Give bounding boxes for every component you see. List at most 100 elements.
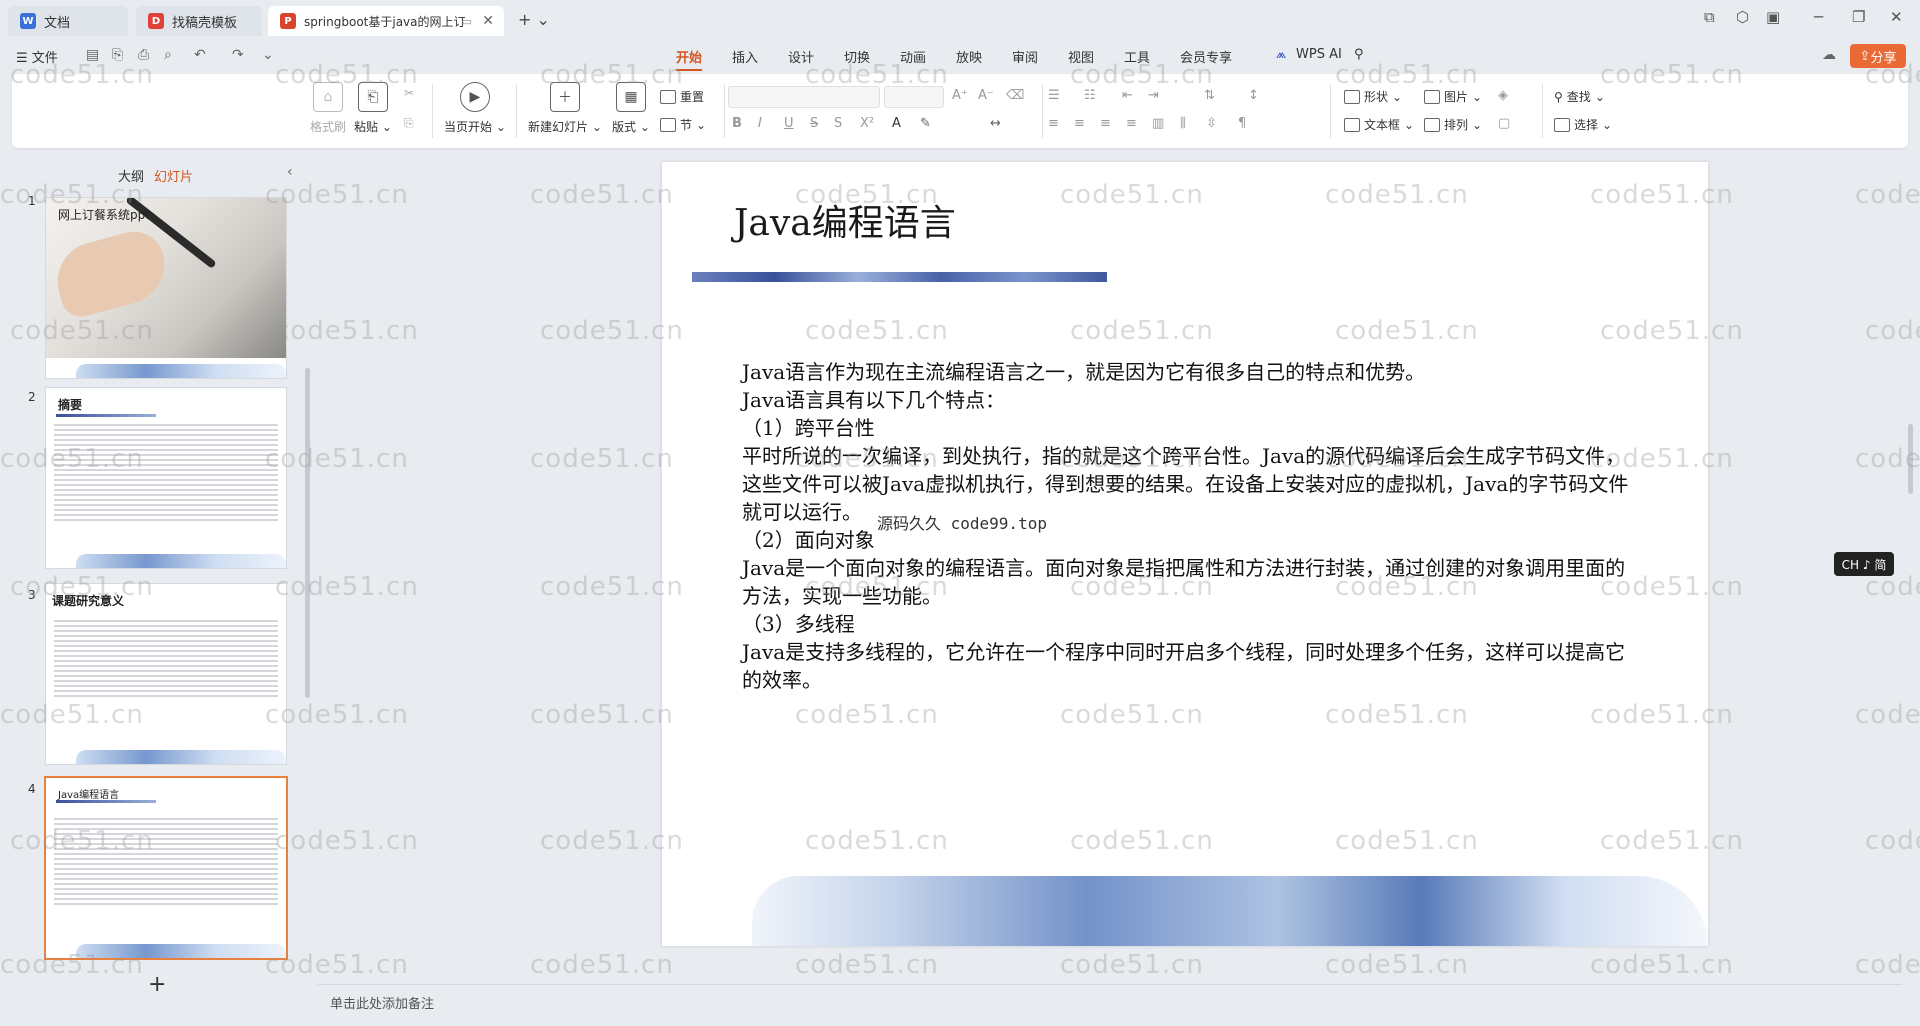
reset-button[interactable]: 重置 xyxy=(660,88,704,105)
ribbon-tab-review[interactable]: 审阅 xyxy=(1012,47,1038,66)
separator xyxy=(432,84,433,138)
ribbon-tab-tools[interactable]: 工具 xyxy=(1124,47,1150,66)
ribbon-tab-member[interactable]: 会员专享 xyxy=(1180,47,1232,66)
notes-pane[interactable]: 单击此处添加备注 xyxy=(318,984,1902,1015)
cut-icon[interactable]: ✂ xyxy=(404,86,414,100)
columns-icon[interactable]: ⫼ xyxy=(1180,116,1186,131)
character-spacing-icon[interactable]: ↔ xyxy=(990,116,1001,131)
monitor-icon[interactable]: ▭ xyxy=(462,15,472,28)
slide-thumbnail-3[interactable]: 课题研究意义 xyxy=(46,584,286,764)
bullet-list-icon[interactable]: ☰ xyxy=(1048,88,1060,103)
minimize-icon[interactable]: ─ xyxy=(1814,8,1823,26)
align-center-icon[interactable]: ≡ xyxy=(1074,116,1085,131)
thumbnail-scrollbar[interactable] xyxy=(305,368,310,698)
outline-icon[interactable]: ▢ xyxy=(1498,116,1510,131)
justify-icon[interactable]: ≡ xyxy=(1126,116,1137,131)
search-icon[interactable]: ⚲ xyxy=(1354,47,1364,62)
undo-icon[interactable]: ↶ xyxy=(194,47,206,63)
cloud-upload-icon[interactable]: ☁ xyxy=(1822,47,1836,63)
new-slide-label: 新建幻灯片 ⌄ xyxy=(528,120,602,134)
slide-title[interactable]: Java编程语言 xyxy=(734,194,956,246)
body-line: Java语言具有以下几个特点： xyxy=(742,388,1006,412)
ribbon-tab-design[interactable]: 设计 xyxy=(788,47,814,66)
format-painter-button[interactable]: ⌂ 格式刷 xyxy=(310,82,346,135)
increase-indent-icon[interactable]: ⇥ xyxy=(1148,88,1159,103)
tab-documents[interactable]: W 文档 xyxy=(8,6,128,36)
print-preview-icon[interactable]: ⌕ xyxy=(164,47,172,63)
window-layout-icon[interactable]: ⧉ xyxy=(1704,8,1715,26)
ribbon-tab-transitions[interactable]: 切换 xyxy=(844,47,870,66)
slides-tab[interactable]: 幻灯片 xyxy=(154,166,193,185)
tab-templates[interactable]: D 找稿壳模板 xyxy=(136,6,262,36)
current-slide[interactable]: Java编程语言 Java语言作为现在主流编程语言之一，就是因为它有很多自己的特… xyxy=(662,162,1708,946)
redo-icon[interactable]: ↷ xyxy=(232,47,244,63)
select-button[interactable]: 选择 ⌄ xyxy=(1554,116,1612,133)
start-from-current-button[interactable]: ▶ 当页开始 ⌄ xyxy=(444,82,506,135)
decrease-font-icon[interactable]: A⁻ xyxy=(978,88,994,103)
new-slide-button[interactable]: ＋ 新建幻灯片 ⌄ xyxy=(528,82,602,135)
text-direction-icon[interactable]: ⇅ xyxy=(1204,88,1215,103)
ribbon-tab-animations[interactable]: 动画 xyxy=(900,47,926,66)
export-icon[interactable]: ⎘ xyxy=(112,47,123,63)
highlight-icon[interactable]: ✎ xyxy=(920,116,931,131)
more-chevron-icon[interactable]: ⌄ xyxy=(262,47,274,63)
shape-button[interactable]: 形状 ⌄ xyxy=(1344,88,1402,105)
copy-icon[interactable]: ⎘ xyxy=(404,116,414,131)
italic-icon[interactable]: I xyxy=(758,116,762,131)
decrease-indent-icon[interactable]: ⇤ xyxy=(1122,88,1133,103)
wps-ai-icon[interactable]: ⩕ xyxy=(1276,47,1286,62)
paragraph-icon[interactable]: ¶ xyxy=(1238,116,1246,131)
ribbon-tab-slideshow[interactable]: 放映 xyxy=(956,47,982,66)
arrange-button[interactable]: 排列 ⌄ xyxy=(1424,116,1482,133)
ribbon-tab-insert[interactable]: 插入 xyxy=(732,47,758,66)
slide-thumbnail-2[interactable]: 摘要 xyxy=(46,388,286,568)
restore-icon[interactable]: ❐ xyxy=(1852,8,1865,26)
bold-icon[interactable]: B xyxy=(732,116,742,131)
align-right-icon[interactable]: ≡ xyxy=(1100,116,1111,131)
ribbon-tab-view[interactable]: 视图 xyxy=(1068,47,1094,66)
close-window-icon[interactable]: ✕ xyxy=(1890,8,1903,26)
strikethrough-icon[interactable]: S xyxy=(810,116,818,131)
font-family-select[interactable] xyxy=(728,86,880,108)
increase-font-icon[interactable]: A⁺ xyxy=(952,88,968,103)
outline-tab[interactable]: 大纲 xyxy=(118,166,144,185)
font-color-icon[interactable]: A xyxy=(892,116,901,131)
fill-icon[interactable]: ◈ xyxy=(1498,88,1508,103)
save-icon[interactable]: ▤ xyxy=(86,47,99,63)
line-spacing-icon[interactable]: ↕ xyxy=(1248,88,1259,103)
wps-ai-button[interactable]: WPS AI xyxy=(1296,47,1342,62)
align-left-icon[interactable]: ≡ xyxy=(1048,116,1059,131)
layout-button[interactable]: ▦ 版式 ⌄ xyxy=(612,82,650,135)
avatar-icon[interactable]: ▣ xyxy=(1766,8,1780,26)
font-size-select[interactable] xyxy=(884,86,944,108)
distribute-icon[interactable]: ▥ xyxy=(1152,116,1164,131)
textbox-button[interactable]: 文本框 ⌄ xyxy=(1344,116,1414,133)
add-slide-button[interactable]: + xyxy=(148,972,166,997)
canvas-scrollbar[interactable] xyxy=(1908,424,1913,494)
vertical-align-icon[interactable]: ⇳ xyxy=(1206,116,1217,131)
cube-icon[interactable]: ⬡ xyxy=(1736,8,1749,26)
slide-thumbnail-4[interactable]: Java编程语言 xyxy=(46,778,286,958)
section-button[interactable]: 节 ⌄ xyxy=(660,116,706,133)
picture-button[interactable]: 图片 ⌄ xyxy=(1424,88,1482,105)
share-button[interactable]: ⇪ 分享 xyxy=(1850,44,1906,68)
find-button[interactable]: ⚲ 查找 ⌄ xyxy=(1554,88,1605,105)
shadow-icon[interactable]: S xyxy=(834,116,842,131)
separator xyxy=(1542,84,1543,138)
tab-current-presentation[interactable]: P springboot基于java的网上订 ▭ ✕ xyxy=(268,6,504,36)
slide-number: 1 xyxy=(28,194,36,208)
paste-button[interactable]: ⎗ 粘贴 ⌄ xyxy=(354,82,392,135)
new-tab-button[interactable]: + ⌄ xyxy=(518,10,550,29)
superscript-icon[interactable]: X² xyxy=(860,116,874,131)
close-tab-icon[interactable]: ✕ xyxy=(482,13,494,29)
underline-icon[interactable]: U xyxy=(784,116,794,131)
window-tab-bar: W 文档 D 找稿壳模板 P springboot基于java的网上订 ▭ ✕ … xyxy=(0,0,1920,40)
print-icon[interactable]: ⎙ xyxy=(138,47,149,63)
numbered-list-icon[interactable]: ☷ xyxy=(1084,88,1096,103)
ime-indicator[interactable]: CH ♪ 简 xyxy=(1834,552,1894,576)
collapse-panel-icon[interactable]: ‹ xyxy=(287,164,293,180)
file-menu[interactable]: ☰ 文件 xyxy=(16,47,58,66)
ribbon-tab-home[interactable]: 开始 xyxy=(676,47,703,71)
clear-format-icon[interactable]: ⌫ xyxy=(1006,88,1024,103)
slide-thumbnail-1[interactable]: 网上订餐系统ppt xyxy=(46,198,286,378)
